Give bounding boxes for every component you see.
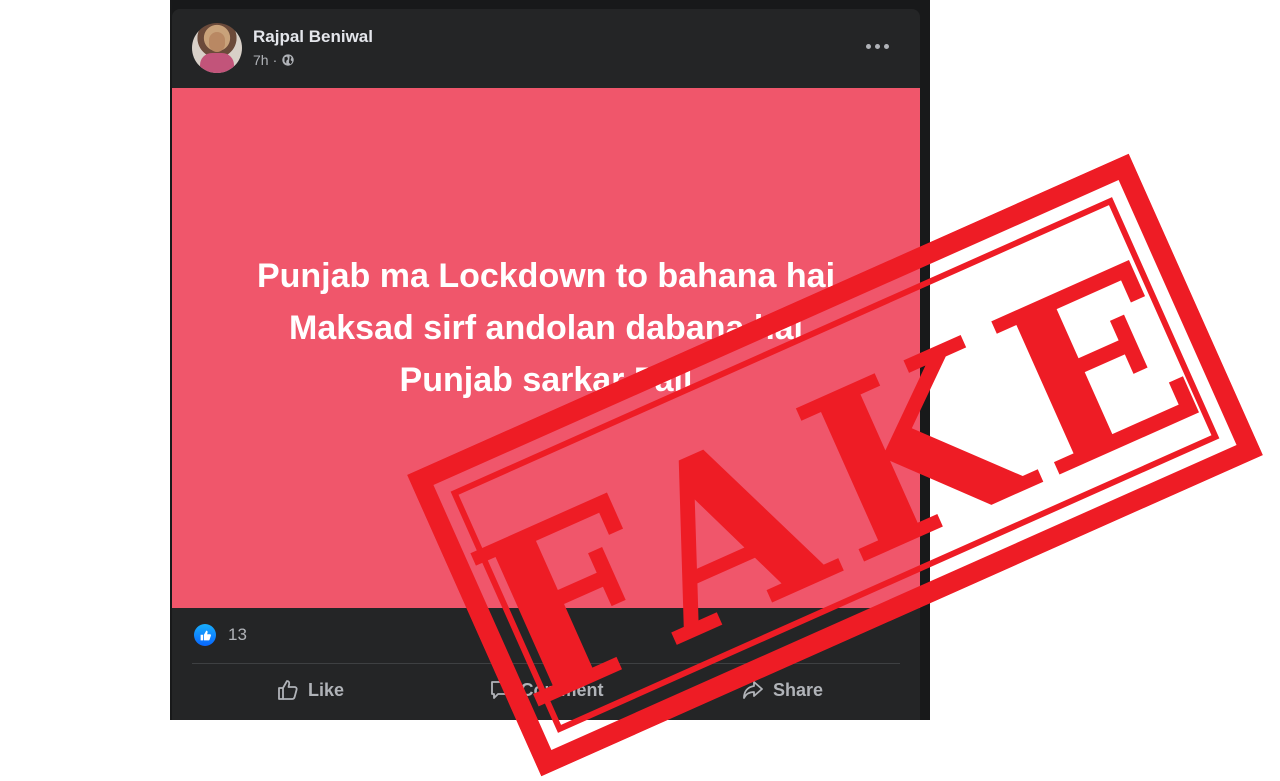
share-button[interactable]: Share	[664, 670, 900, 710]
post-image[interactable]: Punjab ma Lockdown to bahana hai Maksad …	[172, 88, 920, 608]
reaction-count: 13	[228, 625, 247, 644]
avatar-face	[209, 32, 225, 52]
share-label: Share	[772, 679, 824, 700]
post-time[interactable]: 7h	[253, 52, 269, 68]
avatar-shirt	[200, 53, 234, 73]
like-reaction-icon	[194, 624, 216, 646]
facebook-post-card: Rajpal Beniwal 7h · Punjab ma Lockdown t…	[172, 9, 920, 720]
comment-icon	[491, 681, 510, 699]
post-actions: Like Comment Share	[192, 670, 900, 710]
action-divider	[192, 663, 900, 664]
share-icon	[743, 681, 763, 699]
post-header: Rajpal Beniwal 7h ·	[172, 9, 920, 88]
author-name[interactable]: Rajpal Beniwal	[253, 27, 373, 47]
like-button[interactable]: Like	[192, 670, 428, 710]
author-avatar[interactable]	[192, 23, 242, 73]
comment-button[interactable]: Comment	[428, 670, 664, 710]
post-line-3: Punjab sarkar Fail	[399, 361, 693, 399]
post-line-2: Maksad sirf andolan dabana hai	[289, 309, 803, 347]
more-options-icon[interactable]	[857, 34, 897, 58]
reactions-summary[interactable]: 13	[194, 622, 247, 648]
thumbs-up-icon	[278, 680, 298, 700]
globe-icon	[282, 54, 294, 66]
post-image-text: Punjab ma Lockdown to bahana hai Maksad …	[257, 250, 835, 406]
post-meta: 7h ·	[253, 52, 295, 68]
meta-separator: ·	[272, 52, 278, 68]
comment-label: Comment	[520, 679, 604, 700]
like-label: Like	[307, 679, 345, 700]
post-line-1: Punjab ma Lockdown to bahana hai	[256, 257, 836, 295]
